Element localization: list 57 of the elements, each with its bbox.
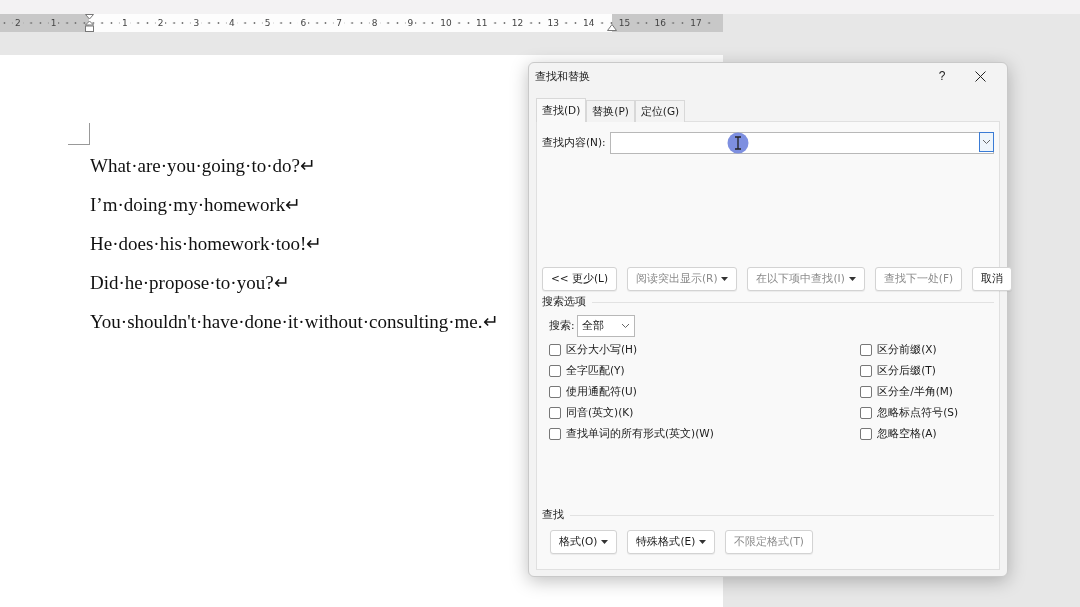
option-checkbox[interactable]: 同音(英文)(K) <box>549 406 714 420</box>
option-checkbox[interactable]: 使用通配符(U) <box>549 385 714 399</box>
help-button[interactable]: ? <box>923 64 961 88</box>
option-checkbox[interactable]: 区分前缀(X) <box>860 343 958 357</box>
ruler-number: 2 <box>155 17 166 29</box>
find-label: 查找内容(N): <box>542 136 606 150</box>
document-paragraph: You·shouldn't·have·done·it·without·consulting·me.↵ <box>90 311 499 333</box>
option-checkbox[interactable]: 忽略空格(A) <box>860 427 958 441</box>
dialog-button[interactable]: << 更少(L) <box>542 267 617 291</box>
option-checkbox[interactable]: 区分大小写(H) <box>549 343 714 357</box>
ruler-number: 5 <box>262 17 273 29</box>
ruler-number: 4 <box>227 17 237 29</box>
ruler-number: 2 <box>12 17 23 29</box>
ruler-number: 13 <box>545 17 561 29</box>
ruler-number: 15 <box>616 17 633 29</box>
ruler-number: 9 <box>405 17 416 29</box>
ruler-number: 6 <box>298 17 309 29</box>
ruler-number: 11 <box>474 17 490 29</box>
cursor-icon <box>726 132 749 154</box>
option-checkbox[interactable]: 区分全/半角(M) <box>860 385 958 399</box>
dialog-tab[interactable]: 替换(P) <box>586 100 635 122</box>
option-checkbox[interactable]: 忽略标点符号(S) <box>860 406 958 420</box>
ruler-number: 7 <box>334 17 344 29</box>
document-paragraph: I’m·doing·my·homework↵ <box>90 194 302 216</box>
chevron-down-icon <box>982 139 991 145</box>
ruler-number: 12 <box>509 17 526 29</box>
chevron-down-icon <box>620 323 630 329</box>
document-paragraph: What·are·you·going·to·do?↵ <box>90 155 316 177</box>
ruler-number: 3 <box>191 17 202 29</box>
right-indent-marker-icon[interactable] <box>607 24 617 31</box>
ruler-number: 1 <box>120 17 130 29</box>
ruler-number: 14 <box>581 17 597 29</box>
ruler-number: 1 <box>48 17 59 29</box>
close-icon <box>974 70 986 82</box>
dialog-button[interactable]: 格式(O) <box>550 530 618 554</box>
document-paragraph: Did·he·propose·to·you?↵ <box>90 272 290 294</box>
dialog-title: 查找和替换 <box>535 68 591 84</box>
document-paragraph: He·does·his·homework·too!↵ <box>90 233 323 255</box>
ruler-number: 10 <box>438 17 454 29</box>
history-dropdown-button[interactable] <box>979 132 994 152</box>
dialog-button[interactable]: 特殊格式(E) <box>627 530 716 554</box>
option-checkbox[interactable]: 区分后缀(T) <box>860 364 958 378</box>
option-checkbox[interactable]: 全字匹配(Y) <box>549 364 714 378</box>
dialog-tab[interactable]: 定位(G) <box>634 100 686 122</box>
section-title: 搜索选项 <box>542 295 586 309</box>
ruler-number: 8 <box>369 17 380 29</box>
dialog-tab[interactable]: 查找(D) <box>536 98 587 122</box>
search-label: 搜索: <box>549 319 575 333</box>
dialog-button[interactable]: 取消 <box>972 267 1012 291</box>
find-input-field[interactable] <box>609 132 994 154</box>
search-direction-select[interactable]: 全部 <box>576 315 635 337</box>
section-title: 查找 <box>542 508 564 522</box>
ruler-number: 16 <box>652 17 668 29</box>
ruler-number: 17 <box>688 17 704 29</box>
indent-marker-icon[interactable] <box>84 14 94 32</box>
option-checkbox[interactable]: 查找单词的所有形式(英文)(W) <box>549 427 714 441</box>
margin-corner-mark <box>68 123 90 145</box>
